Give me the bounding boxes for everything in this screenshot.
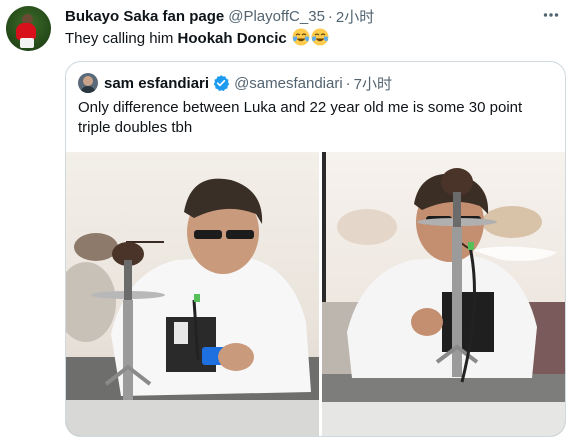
tweet[interactable]: Bukayo Saka fan page @PlayoffC_35 · 2小时 … bbox=[0, 0, 569, 439]
quoted-tweet-text: Only difference between Luka and 22 year… bbox=[78, 99, 523, 136]
more-options-button[interactable] bbox=[540, 4, 562, 26]
quoted-tweet[interactable]: sam esfandiari @samesfandiari · 7小时 Only… bbox=[65, 61, 566, 437]
quoted-tweet-header: sam esfandiari @samesfandiari · 7小时 bbox=[104, 72, 392, 94]
author-handle[interactable]: @PlayoffC_35 bbox=[228, 8, 325, 25]
quoted-author-handle[interactable]: @samesfandiari bbox=[234, 75, 343, 92]
tweet-time[interactable]: 2小时 bbox=[336, 6, 374, 27]
tweet-text-prefix: They calling him bbox=[65, 30, 178, 47]
photo-man-with-hookah-smoke bbox=[322, 152, 565, 436]
quoted-author-avatar[interactable] bbox=[78, 73, 98, 93]
quoted-tweet-time[interactable]: 7小时 bbox=[354, 73, 392, 94]
separator-dot: · bbox=[327, 7, 333, 25]
quoted-photo-right[interactable] bbox=[322, 152, 565, 436]
face-with-tears-of-joy-icon bbox=[292, 28, 310, 46]
tweet-text: They calling him Hookah Doncic bbox=[65, 28, 329, 49]
verified-badge-icon bbox=[213, 75, 230, 92]
quoted-photo-left[interactable] bbox=[66, 152, 319, 436]
quoted-separator-dot: · bbox=[345, 74, 351, 92]
more-icon bbox=[543, 13, 559, 17]
photo-man-with-hookah-phone bbox=[66, 152, 319, 436]
author-avatar[interactable] bbox=[6, 6, 51, 51]
tweet-text-bold: Hookah Doncic bbox=[177, 30, 287, 47]
quoted-avatar-face bbox=[83, 76, 93, 86]
author-name[interactable]: Bukayo Saka fan page bbox=[65, 8, 224, 25]
quoted-avatar-shirt bbox=[80, 86, 96, 93]
tweet-header: Bukayo Saka fan page @PlayoffC_35 · 2小时 bbox=[65, 6, 374, 26]
quoted-author-name[interactable]: sam esfandiari bbox=[104, 75, 209, 92]
face-with-tears-of-joy-icon bbox=[311, 28, 329, 46]
avatar-shorts bbox=[20, 38, 34, 48]
